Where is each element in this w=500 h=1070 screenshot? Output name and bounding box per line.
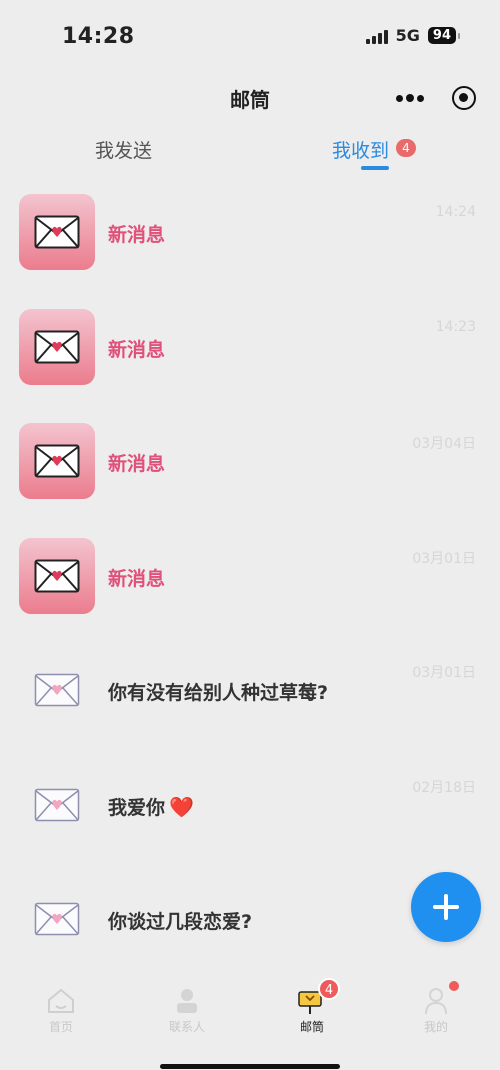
- active-tab-indicator: [361, 166, 389, 170]
- message-text: 新消息: [108, 567, 166, 590]
- tab-profile[interactable]: 我的: [396, 986, 476, 1035]
- envelope-heart-icon: [19, 308, 95, 385]
- message-text-body: 我爱你: [108, 796, 166, 819]
- tab-label: 我的: [423, 1020, 448, 1034]
- tab-sent[interactable]: 我发送: [95, 136, 152, 163]
- home-indicator: [160, 1064, 340, 1069]
- message-text: 新消息: [108, 224, 166, 246]
- battery-icon: 94: [427, 27, 461, 44]
- message-item[interactable]: 新消息 03月01日: [0, 534, 500, 649]
- profile-notification-dot: [449, 981, 459, 991]
- envelope-heart-icon: [19, 194, 95, 270]
- profile-icon: [421, 986, 451, 1016]
- status-indicators: 5G 94: [365, 26, 461, 45]
- tab-received[interactable]: 我收到: [332, 136, 389, 163]
- message-text: 新消息: [108, 453, 166, 475]
- tab-label: 邮筒: [299, 1020, 324, 1034]
- tab-bar-top: 我发送 我收到 4: [0, 134, 500, 174]
- message-item[interactable]: 新消息 14:23: [0, 305, 500, 420]
- message-text: 你有没有给别人种过草莓?: [108, 682, 329, 704]
- message-time: 14:23: [435, 318, 476, 335]
- compose-button[interactable]: [411, 872, 481, 942]
- envelope-icon: [33, 672, 81, 708]
- message-list: 新消息 14:24 新消息 14:23 新消息 03月04日 新消息 03月01…: [0, 190, 500, 992]
- envelope-heart-icon: [19, 537, 95, 614]
- envelope-icon: [33, 787, 81, 823]
- contacts-icon: [172, 986, 202, 1016]
- message-text: 你谈过几段恋爱?: [108, 911, 253, 933]
- home-icon: [46, 986, 76, 1016]
- tab-contacts[interactable]: 联系人: [147, 986, 227, 1035]
- message-time: 03月01日: [412, 550, 476, 567]
- message-item[interactable]: 你有没有给别人种过草莓? 03月01日: [0, 648, 500, 763]
- signal-icon: [365, 28, 388, 44]
- status-bar: 14:28 5G 94: [0, 0, 500, 70]
- message-time: 03月04日: [412, 436, 476, 452]
- page-title: 邮筒: [230, 88, 270, 112]
- bottom-tab-bar: 首页 联系人 邮筒 我的: [0, 976, 500, 1070]
- envelope-heart-icon: [19, 423, 95, 499]
- status-time: 14:28: [62, 24, 135, 49]
- tab-label: 联系人: [168, 1020, 205, 1034]
- more-icon[interactable]: [396, 94, 424, 102]
- message-time: 02月18日: [412, 779, 476, 796]
- nav-bar: 邮筒: [0, 76, 500, 120]
- tab-label: 首页: [48, 1020, 73, 1034]
- message-item[interactable]: 新消息 14:24: [0, 190, 500, 305]
- message-time: 03月01日: [412, 665, 476, 681]
- envelope-icon: [33, 901, 81, 937]
- message-time: 14:24: [435, 204, 476, 220]
- message-text: 我爱你 ❤️: [108, 793, 194, 820]
- heart-emoji: ❤️: [169, 794, 194, 819]
- message-item[interactable]: 我爱你 ❤️ 02月18日: [0, 763, 500, 878]
- message-text: 新消息: [108, 338, 166, 361]
- message-item[interactable]: 新消息 03月04日: [0, 419, 500, 534]
- received-count-badge: 4: [396, 139, 416, 157]
- close-miniprogram-icon[interactable]: [452, 86, 476, 110]
- tab-mailbox[interactable]: 邮筒: [272, 986, 352, 1035]
- mailbox-badge: 4: [318, 978, 340, 1000]
- tab-home[interactable]: 首页: [21, 986, 101, 1035]
- network-type: 5G: [395, 26, 420, 45]
